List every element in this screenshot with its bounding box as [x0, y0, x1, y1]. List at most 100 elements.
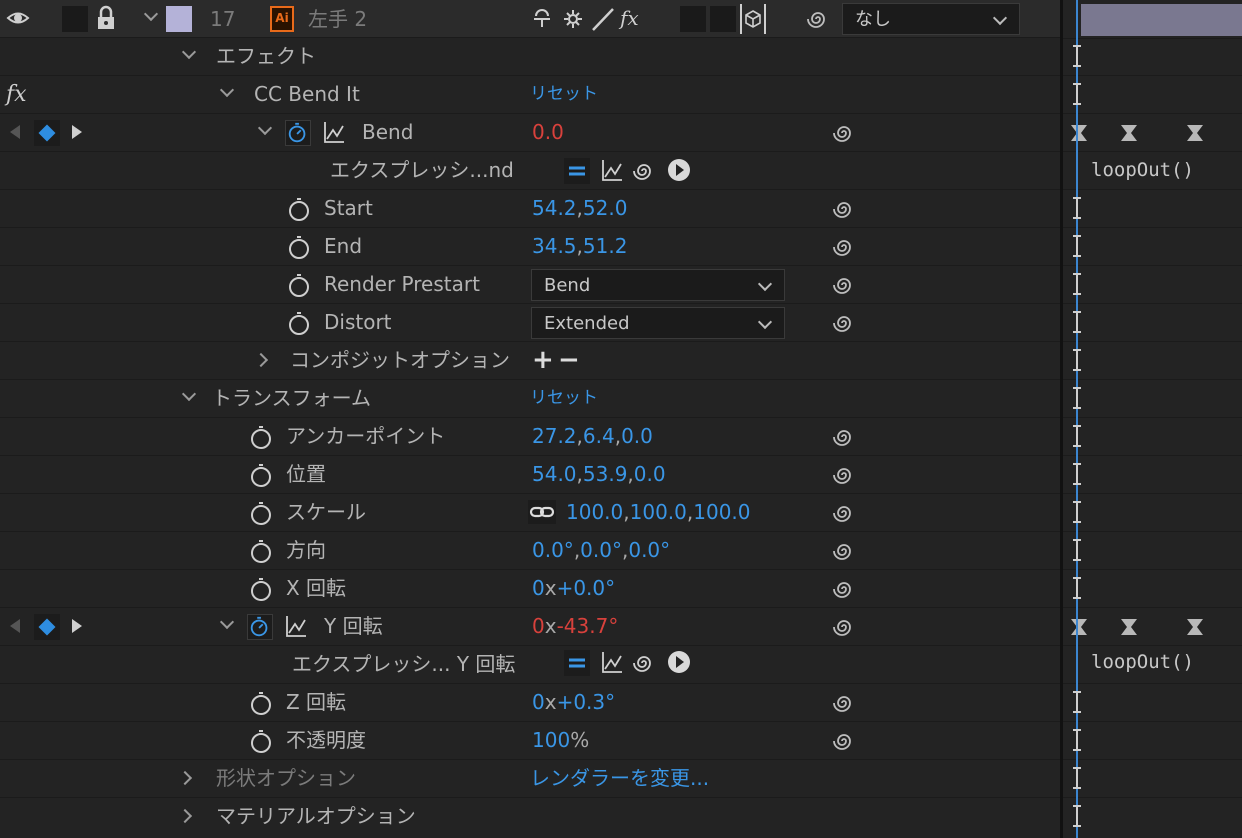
composite-chevron-icon[interactable] — [253, 352, 269, 368]
opacity-number[interactable]: 100 — [532, 728, 570, 752]
layer-duration-bar[interactable] — [1063, 0, 1242, 39]
layer-bar[interactable] — [1081, 4, 1242, 36]
composite-options-row[interactable]: コンポジットオプション + − — [0, 342, 1060, 380]
stopwatch-icon[interactable] — [248, 538, 274, 564]
bend-expression-code[interactable]: loopOut() — [1091, 152, 1194, 189]
bend-chevron-icon[interactable] — [257, 120, 273, 136]
change-renderer-link[interactable]: レンダラーを変更... — [530, 760, 709, 797]
expression-row-y-rotation[interactable]: エクスプレッシ... Y 回転 — [0, 646, 1060, 684]
anchor-point-value[interactable]: 27.2,6.4,0.0 — [532, 418, 653, 455]
motion-blur-switch[interactable] — [710, 6, 736, 32]
position-z[interactable]: 0.0 — [634, 462, 666, 486]
expression-pick-whip-icon[interactable] — [632, 159, 656, 183]
remove-mask-button[interactable]: − — [558, 342, 580, 379]
orientation-z[interactable]: 0.0° — [628, 538, 670, 562]
expression-enable-toggle[interactable] — [564, 158, 590, 184]
end-value[interactable]: 34.5,51.2 — [532, 228, 627, 265]
end-x-value[interactable]: 34.5 — [532, 234, 577, 258]
expression-enable-toggle[interactable] — [564, 650, 590, 676]
pick-whip-spiral-icon[interactable] — [832, 197, 856, 221]
stopwatch-active-icon[interactable] — [247, 614, 273, 640]
pick-whip-spiral-icon[interactable] — [832, 121, 856, 145]
y-rotation-expression-code[interactable]: loopOut() — [1091, 644, 1194, 681]
keyframe-icon[interactable] — [1119, 124, 1139, 142]
property-row-x-rotation[interactable]: X 回転 0x+0.0° — [0, 570, 1060, 608]
pick-whip-spiral-icon[interactable] — [832, 463, 856, 487]
track-row-bend[interactable] — [1063, 114, 1242, 152]
pick-whip-spiral-icon[interactable] — [832, 311, 856, 335]
distort-dropdown[interactable]: Extended — [531, 307, 785, 339]
start-x-value[interactable]: 54.2 — [532, 196, 577, 220]
pick-whip-spiral-icon[interactable] — [832, 501, 856, 525]
add-keyframe-button[interactable] — [34, 614, 60, 640]
render-prestart-dropdown[interactable]: Bend — [531, 269, 785, 301]
material-chevron-icon[interactable] — [177, 808, 193, 824]
pick-whip-spiral-icon[interactable] — [832, 235, 856, 259]
property-row-opacity[interactable]: 不透明度 100% — [0, 722, 1060, 760]
property-row-render-prestart[interactable]: Render Prestart Bend — [0, 266, 1060, 304]
stopwatch-icon[interactable] — [248, 690, 274, 716]
fx-effect-enable-icon[interactable]: fx — [6, 76, 27, 113]
prev-keyframe-icon[interactable] — [10, 619, 20, 633]
anchor-x[interactable]: 27.2 — [532, 424, 577, 448]
effects-group-row[interactable]: エフェクト — [0, 38, 1060, 76]
stopwatch-icon[interactable] — [286, 272, 312, 298]
pick-whip-spiral-icon[interactable] — [832, 729, 856, 753]
timeline-track-area[interactable]: loopOut() loopOut() — [1060, 0, 1242, 838]
add-mask-button[interactable]: + — [532, 342, 554, 379]
pick-whip-spiral-icon[interactable] — [832, 273, 856, 297]
transform-reset-link[interactable]: リセット — [530, 380, 598, 417]
property-row-orientation[interactable]: 方向 0.0°,0.0°,0.0° — [0, 532, 1060, 570]
y-rotation-degrees[interactable]: -43.7° — [557, 614, 619, 638]
stopwatch-icon[interactable] — [248, 462, 274, 488]
scale-x[interactable]: 100.0 — [566, 500, 623, 524]
orientation-value[interactable]: 0.0°,0.0°,0.0° — [532, 532, 670, 569]
property-row-distort[interactable]: Distort Extended — [0, 304, 1060, 342]
frame-blend-switch[interactable] — [680, 6, 706, 32]
transform-group-row[interactable]: トランスフォーム リセット — [0, 380, 1060, 418]
keyframe-icon[interactable] — [1185, 124, 1205, 142]
stopwatch-icon[interactable] — [248, 728, 274, 754]
label-color-swatch[interactable] — [166, 6, 192, 32]
z-rotation-value[interactable]: 0x+0.3° — [532, 684, 615, 721]
stopwatch-icon[interactable] — [286, 196, 312, 222]
constrain-proportions-button[interactable] — [528, 500, 556, 524]
3d-layer-switch[interactable] — [740, 4, 766, 34]
anchor-y[interactable]: 6.4 — [583, 424, 615, 448]
start-y-value[interactable]: 52.0 — [583, 196, 628, 220]
expression-row-bend[interactable]: エクスプレッシ...nd — [0, 152, 1060, 190]
x-rotation-degrees[interactable]: +0.0° — [557, 576, 616, 600]
y-rotation-chevron-icon[interactable] — [219, 614, 235, 630]
next-keyframe-icon[interactable] — [72, 619, 82, 633]
z-rotation-revolutions[interactable]: 0 — [532, 690, 545, 714]
effect-reset-link[interactable]: リセット — [530, 76, 598, 113]
y-rotation-revolutions[interactable]: 0 — [532, 614, 545, 638]
stopwatch-active-icon[interactable] — [285, 120, 311, 146]
pick-whip-spiral-icon[interactable] — [832, 539, 856, 563]
geometry-chevron-icon[interactable] — [177, 770, 193, 786]
layer-row[interactable]: 17 Ai 左手 2 fx なし — [0, 0, 1060, 38]
scale-value[interactable]: 100.0,100.0,100.0 — [566, 494, 751, 531]
stopwatch-icon[interactable] — [248, 424, 274, 450]
solo-toggle[interactable] — [62, 6, 88, 32]
position-x[interactable]: 54.0 — [532, 462, 577, 486]
pick-whip-spiral-icon[interactable] — [832, 425, 856, 449]
opacity-value[interactable]: 100% — [532, 722, 589, 759]
bend-value[interactable]: 0.0 — [532, 114, 564, 151]
end-y-value[interactable]: 51.2 — [583, 234, 628, 258]
layer-expand-chevron-icon[interactable] — [143, 6, 159, 22]
property-row-bend[interactable]: Bend 0.0 — [0, 114, 1060, 152]
cc-bend-it-chevron-icon[interactable] — [219, 82, 235, 98]
stopwatch-icon[interactable] — [286, 310, 312, 336]
property-row-scale[interactable]: スケール 100.0,100.0,100.0 — [0, 494, 1060, 532]
position-value[interactable]: 54.0,53.9,0.0 — [532, 456, 666, 493]
track-row-y-rotation[interactable] — [1063, 608, 1242, 646]
orientation-x[interactable]: 0.0° — [532, 538, 574, 562]
anchor-z[interactable]: 0.0 — [621, 424, 653, 448]
x-rotation-value[interactable]: 0x+0.0° — [532, 570, 615, 607]
prev-keyframe-icon[interactable] — [10, 125, 20, 139]
effect-row-cc-bend-it[interactable]: fx CC Bend It リセット — [0, 76, 1060, 114]
keyframe-icon[interactable] — [1185, 618, 1205, 636]
start-value[interactable]: 54.2,52.0 — [532, 190, 627, 227]
property-row-end[interactable]: End 34.5,51.2 — [0, 228, 1060, 266]
